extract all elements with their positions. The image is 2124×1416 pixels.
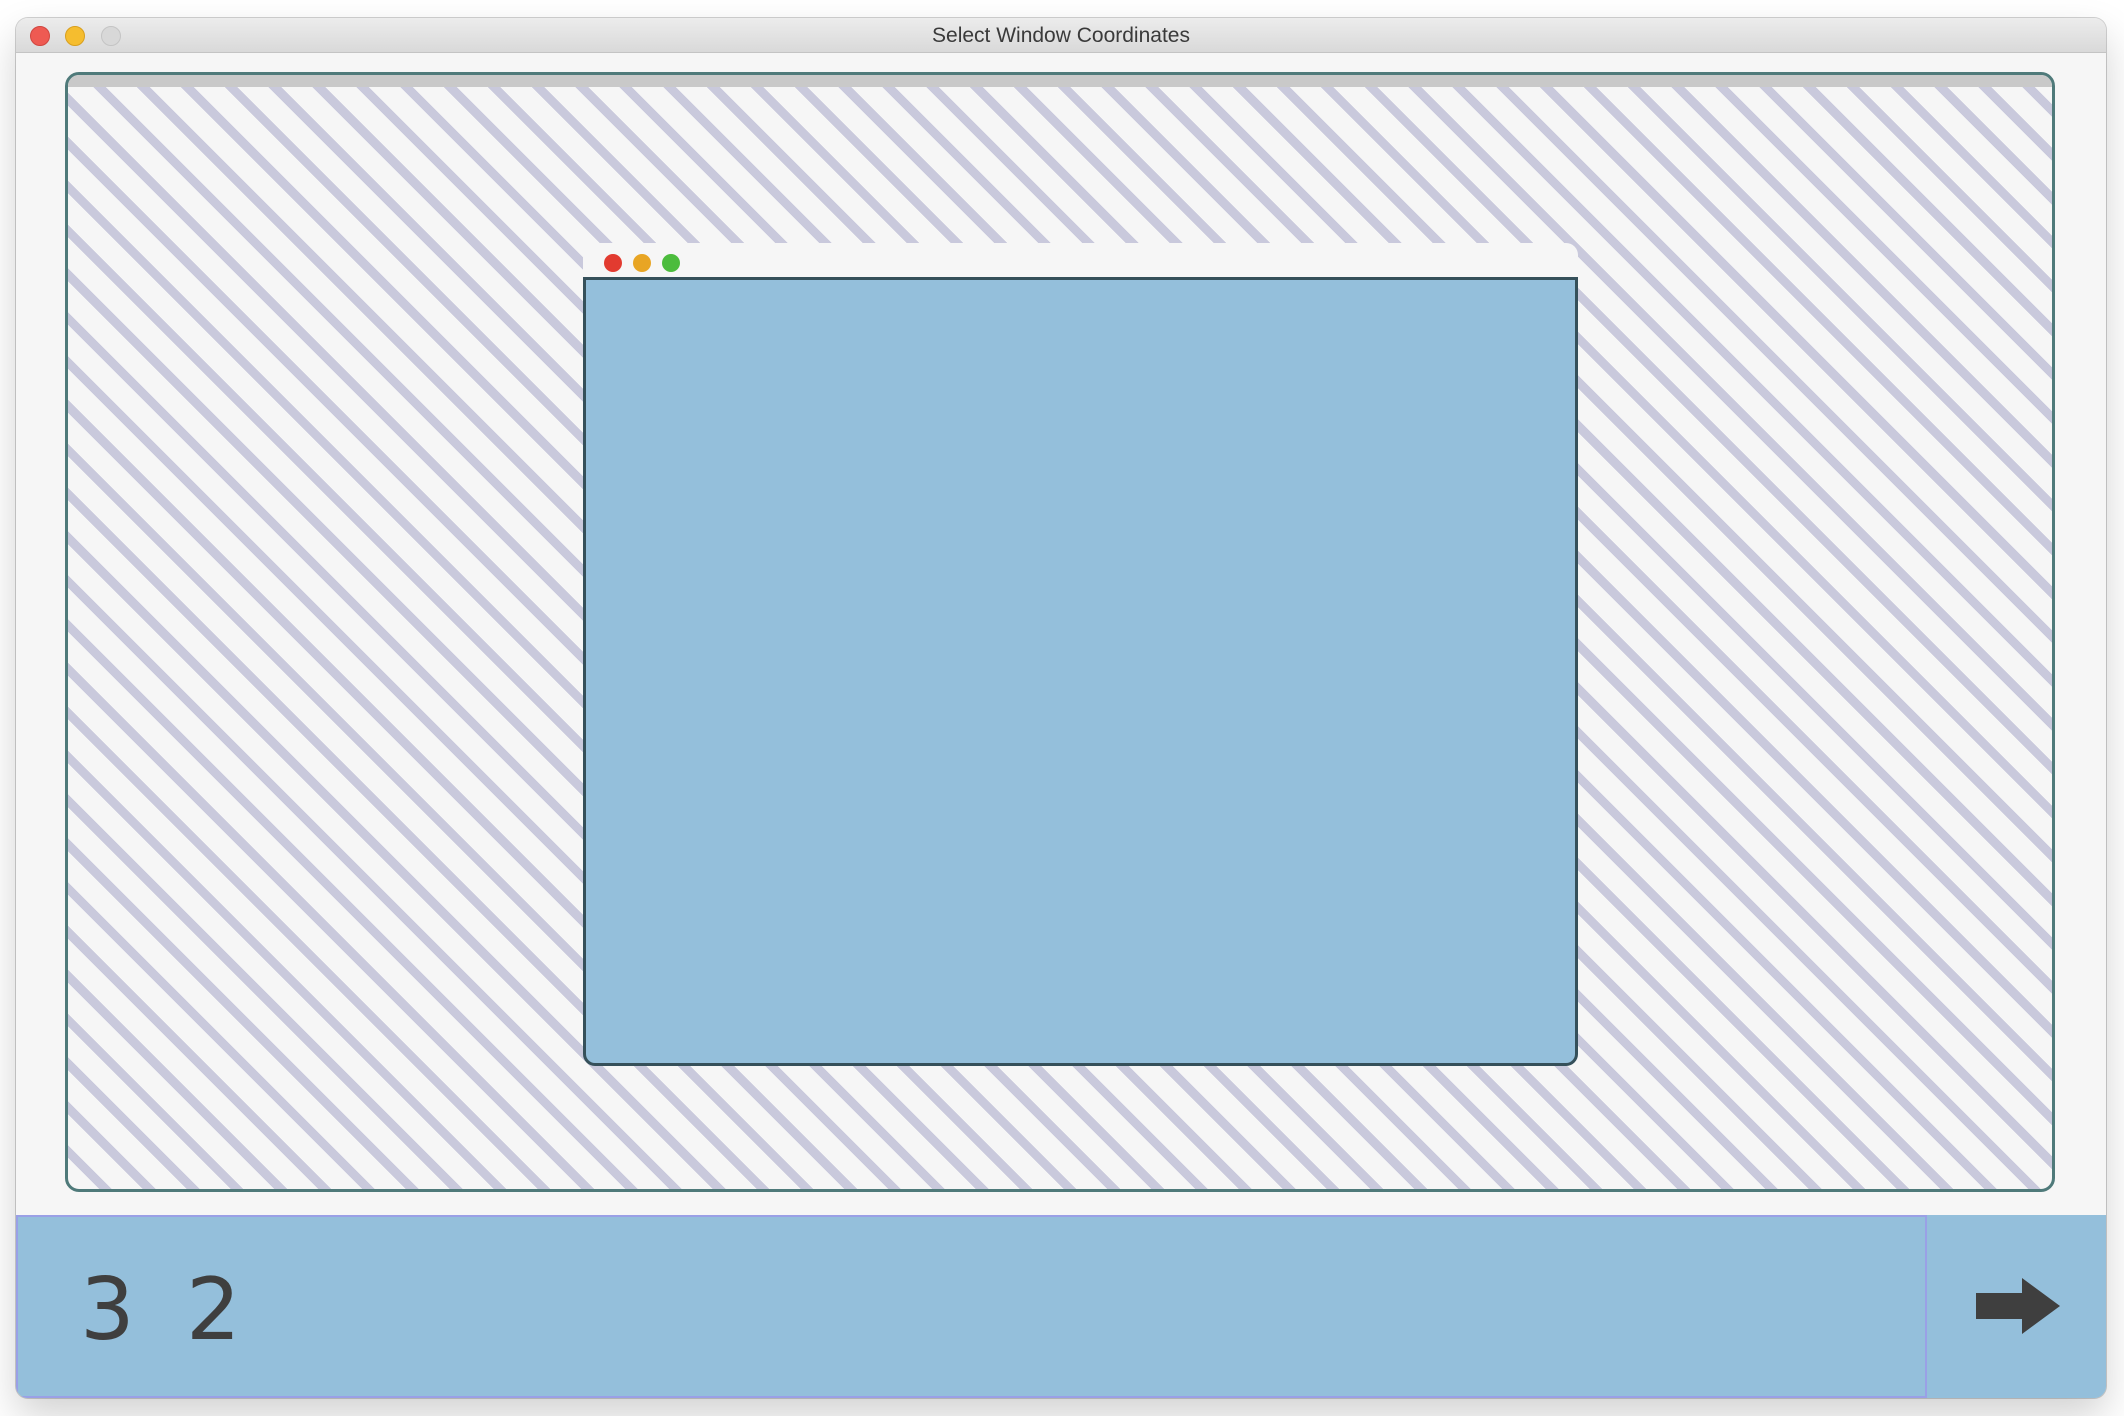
titlebar: Select Window Coordinates: [16, 18, 2106, 53]
window-preview-titlebar: [583, 243, 1578, 277]
window-preview[interactable]: [583, 243, 1578, 1066]
screen-preview[interactable]: [65, 72, 2055, 1192]
coordinate-x: 3: [80, 1260, 135, 1360]
preview-close-dot: [604, 254, 622, 272]
screen-menubar: [68, 75, 2052, 87]
coordinate-y: 2: [186, 1260, 241, 1360]
coordinates-field[interactable]: 3 2: [16, 1215, 1927, 1398]
app-window: Select Window Coordinates 3 2: [16, 18, 2106, 1398]
preview-minimize-dot: [633, 254, 651, 272]
preview-zoom-dot: [662, 254, 680, 272]
window-title: Select Window Coordinates: [932, 24, 1190, 47]
right-arrow-icon: [1976, 1278, 2060, 1334]
next-button[interactable]: [1929, 1215, 2106, 1398]
bottom-bar: 3 2: [16, 1215, 2106, 1398]
window-preview-content: [583, 277, 1578, 1066]
